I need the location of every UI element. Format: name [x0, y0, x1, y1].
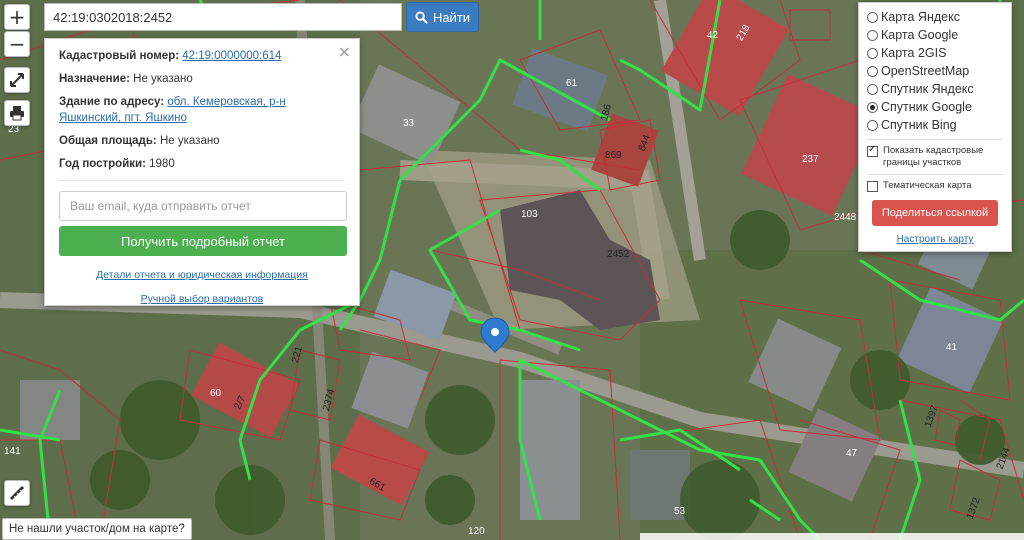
purpose-label: Назначение: — [59, 73, 130, 85]
printer-icon — [10, 106, 24, 121]
ruler-icon — [9, 485, 25, 501]
divider — [59, 180, 345, 181]
map-label: 33 — [403, 118, 415, 129]
print-button[interactable] — [4, 100, 30, 126]
layer-option[interactable]: Спутник Яндекс — [867, 80, 1003, 98]
layer-option-label: OpenStreetMap — [881, 64, 970, 78]
ruler-button[interactable] — [4, 480, 30, 506]
address-row: Здание по адресу: обл. Кемеровская, р-н … — [59, 94, 345, 126]
area-value: Не указано — [159, 135, 220, 147]
area-row: Общая площадь: Не указано — [59, 133, 345, 149]
map-label: 60 — [210, 388, 222, 399]
divider — [867, 174, 1003, 175]
divider — [867, 139, 1003, 140]
cadastral-number-link[interactable]: 42:19:0000000:614 — [182, 50, 281, 62]
map-scale-bar — [640, 533, 1024, 540]
share-link-button[interactable]: Поделиться ссылкой — [872, 200, 998, 226]
not-found-help-button[interactable]: Не нашли участок/дом на карте? — [2, 518, 192, 540]
object-info-popup: × Кадастровый номер: 42:19:0000000:614 Н… — [44, 38, 360, 306]
map-label: 41 — [946, 342, 958, 353]
map-label: 61 — [566, 78, 578, 89]
thematic-map-toggle[interactable]: Тематическая карта — [867, 180, 1003, 192]
search-button-label: Найти — [432, 9, 471, 25]
radio-button[interactable] — [867, 47, 878, 59]
layer-option-label: Спутник Bing — [881, 118, 957, 132]
manual-selection-link[interactable]: Ручной выбор вариантов — [59, 293, 345, 305]
map-label: 42 — [707, 30, 719, 41]
search-button[interactable]: Найти — [406, 2, 479, 32]
year-row: Год постройки: 1980 — [59, 156, 345, 172]
layer-option-label: Карта Google — [881, 28, 959, 42]
year-value: 1980 — [149, 158, 175, 170]
map-label: 47 — [846, 448, 858, 459]
map-label: 53 — [674, 506, 686, 517]
map-layer-panel: Карта Яндекс Карта Google Карта 2GIS Ope… — [858, 2, 1012, 252]
address-label: Здание по адресу: — [59, 96, 165, 108]
radio-button[interactable] — [867, 29, 878, 41]
get-report-button[interactable]: Получить подробный отчет — [59, 226, 347, 256]
radio-button-selected[interactable] — [867, 101, 878, 113]
layer-option[interactable]: OpenStreetMap — [867, 62, 1003, 80]
search-input[interactable] — [44, 3, 402, 31]
search-icon — [415, 10, 428, 24]
report-details-link[interactable]: Детали отчета и юридическая информация — [59, 269, 345, 281]
radio-button[interactable] — [867, 83, 878, 95]
layer-option[interactable]: Карта Google — [867, 26, 1003, 44]
expand-icon — [10, 73, 24, 87]
area-label: Общая площадь: — [59, 135, 157, 147]
map-label: 869 — [605, 150, 622, 161]
checkbox-checked[interactable] — [867, 144, 878, 157]
map-settings-link[interactable]: Настроить карту — [867, 234, 1003, 245]
radio-button[interactable] — [867, 65, 878, 77]
radio-button[interactable] — [867, 119, 878, 131]
radio-button[interactable] — [867, 11, 878, 23]
zoom-in-button[interactable]: + — [4, 4, 30, 30]
map-label: 2448 — [834, 212, 857, 223]
show-borders-label: Показать кадастровые границы участков — [883, 145, 984, 168]
map-label: 120 — [468, 526, 485, 537]
show-borders-toggle[interactable]: Показать кадастровые границы участков — [867, 144, 1003, 169]
purpose-value: Не указано — [133, 73, 193, 85]
map-label: 141 — [4, 446, 21, 457]
layer-option-label: Спутник Google — [881, 100, 972, 114]
checkbox[interactable] — [867, 181, 878, 192]
cadastral-number-label: Кадастровый номер: — [59, 50, 180, 62]
map-label: 2452 — [607, 249, 630, 260]
close-icon[interactable]: × — [338, 42, 351, 61]
year-label: Год постройки: — [59, 158, 146, 170]
cadastral-number-row: Кадастровый номер: 42:19:0000000:614 — [59, 48, 345, 64]
layer-option-label: Спутник Яндекс — [881, 82, 974, 96]
thematic-map-label: Тематическая карта — [883, 180, 972, 191]
layer-option-label: Карта Яндекс — [881, 10, 960, 24]
layer-option[interactable]: Карта 2GIS — [867, 44, 1003, 62]
layer-option[interactable]: Карта Яндекс — [867, 8, 1003, 26]
layer-option[interactable]: Спутник Google — [867, 98, 1003, 116]
zoom-out-button[interactable]: − — [4, 31, 30, 57]
fullscreen-button[interactable] — [4, 67, 30, 93]
map-label: 103 — [521, 209, 538, 220]
layer-option[interactable]: Спутник Bing — [867, 116, 1003, 134]
map-label: 237 — [802, 154, 819, 165]
email-field[interactable] — [59, 191, 347, 221]
layer-option-label: Карта 2GIS — [881, 46, 947, 60]
purpose-row: Назначение: Не указано — [59, 71, 345, 87]
